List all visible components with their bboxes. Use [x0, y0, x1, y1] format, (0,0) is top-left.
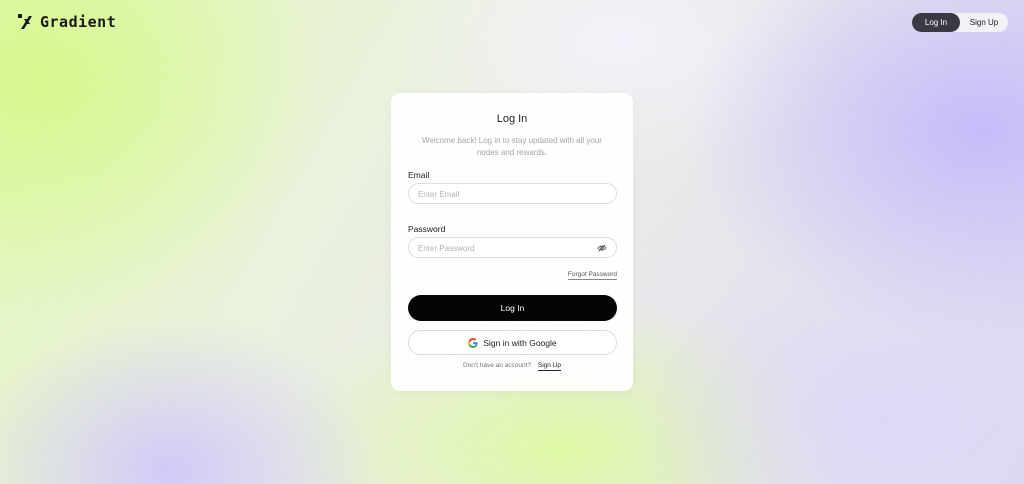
brand-name: Gradient [40, 13, 117, 31]
password-label: Password [408, 224, 446, 234]
google-signin-button[interactable]: Sign in with Google [408, 330, 617, 355]
email-label: Email [408, 170, 430, 180]
google-button-label: Sign in with Google [483, 337, 557, 348]
password-input[interactable] [418, 239, 588, 258]
login-title: Log In [496, 113, 528, 125]
header-login-button[interactable]: Log In [912, 13, 960, 32]
password-field-wrapper [408, 237, 617, 258]
login-card: Log In Welcome back! Log in to stay upda… [391, 93, 633, 391]
email-field-wrapper [408, 183, 617, 204]
gradient-logo-icon [18, 14, 32, 29]
eye-off-icon[interactable] [597, 243, 607, 253]
no-account-text: Don't have an account? [462, 362, 532, 369]
login-button[interactable]: Log In [408, 295, 617, 321]
email-input[interactable] [418, 185, 588, 204]
signup-link[interactable]: Sign Up [537, 362, 562, 371]
signup-prompt: Don't have an account? Sign Up [391, 362, 633, 371]
login-subtitle: Welcome back! Log in to stay updated wit… [422, 136, 602, 157]
google-icon [468, 337, 478, 348]
forgot-password-link[interactable]: Forgot Password [567, 271, 617, 280]
header-signup-button[interactable]: Sign Up [960, 13, 1008, 32]
auth-toggle: Log In Sign Up [912, 13, 1008, 32]
brand-logo[interactable]: Gradient [17, 13, 116, 31]
